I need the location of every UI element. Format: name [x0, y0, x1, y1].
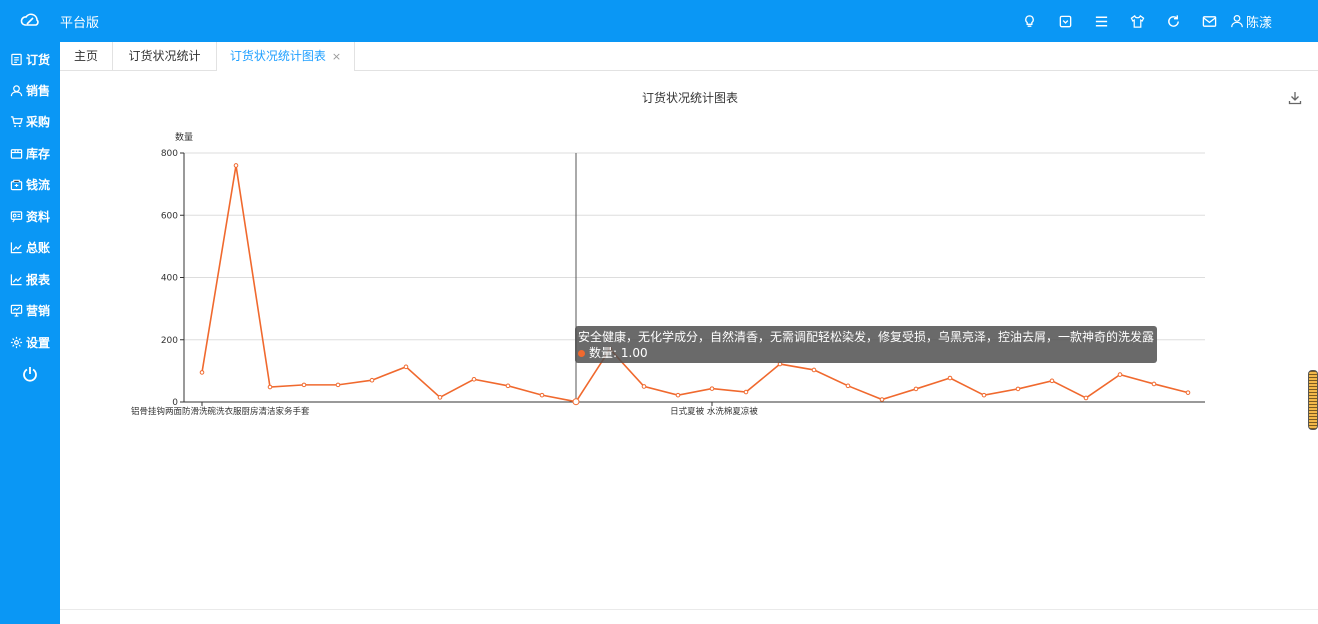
tab-order-statistics[interactable]: 订货状况统计 — [113, 42, 217, 70]
tab-bar: 主页 订货状况统计 订货状况统计图表 × — [60, 42, 1318, 71]
mail-icon[interactable] — [1200, 11, 1220, 31]
sidebar-item-label: 营销 — [25, 303, 50, 318]
data-point — [403, 364, 409, 370]
data-point — [1083, 395, 1089, 401]
power-icon[interactable] — [22, 366, 38, 382]
tab-home[interactable]: 主页 — [60, 42, 113, 70]
sidebar-item-label: 报表 — [25, 272, 50, 287]
settings-icon — [10, 336, 23, 348]
user-name: 陈漾 — [1245, 15, 1272, 31]
sidebar-item-ledger[interactable]: 总账 — [0, 233, 60, 261]
y-tick-label: 600 — [161, 211, 178, 221]
y-tick-label: 800 — [161, 149, 178, 159]
sidebar: 订货 销售 采购 库存 钱流 资料 总账 报表 营销 设置 — [0, 42, 60, 624]
data-point — [675, 392, 681, 398]
sidebar-item-marketing[interactable]: 营销 — [0, 296, 60, 324]
x-tick-label: 日式夏被 水洗棉夏凉被 — [670, 406, 758, 417]
tab-label: 主页 — [73, 49, 98, 63]
report-icon — [10, 273, 22, 285]
data-point — [641, 384, 647, 389]
y-tick-label: 200 — [161, 336, 178, 346]
refresh-icon[interactable] — [1164, 11, 1184, 31]
profile-icon — [10, 210, 23, 222]
tooltip-row: 数量: 1.00 — [578, 345, 1154, 361]
data-point — [811, 367, 817, 373]
data-point — [1015, 386, 1021, 392]
data-point — [199, 370, 205, 375]
data-point — [233, 163, 239, 168]
sales-icon — [10, 84, 23, 96]
top-bar: 平台版 陈漾 — [0, 0, 1318, 42]
data-point — [267, 384, 273, 390]
sidebar-item-order[interactable]: 订货 — [0, 45, 60, 73]
sidebar-item-cashflow[interactable]: 钱流 — [0, 170, 60, 198]
data-point — [505, 383, 511, 389]
data-point — [335, 382, 341, 388]
tooltip-series-label: 数量 — [589, 346, 614, 360]
wallet-icon — [10, 179, 23, 190]
data-point — [845, 383, 851, 389]
footer-divider — [60, 609, 1318, 610]
data-point — [572, 398, 580, 406]
series-dot-icon — [578, 350, 585, 357]
y-tick-label: 400 — [161, 274, 178, 284]
data-point — [947, 375, 953, 381]
tooltip-value: 1.00 — [620, 346, 648, 360]
data-point — [981, 392, 987, 398]
chart-panel: 订货状况统计图表 0 200 400 600 800 数量 铝骨挂钩两面防滑洗碗洗衣服厨房清… — [60, 71, 1318, 609]
data-point — [1049, 378, 1055, 384]
data-point — [437, 395, 443, 400]
tab-close-icon[interactable]: × — [332, 50, 341, 63]
data-point — [1117, 372, 1123, 377]
scrollbar-handle[interactable] — [1308, 370, 1318, 430]
data-point — [1185, 390, 1191, 395]
app-title: 平台版 — [60, 16, 100, 31]
sidebar-item-label: 采购 — [25, 114, 50, 129]
data-point — [539, 392, 545, 398]
marketing-icon — [10, 304, 23, 317]
menu-icon[interactable] — [1092, 11, 1112, 31]
data-point — [709, 386, 715, 391]
sidebar-item-purchase[interactable]: 采购 — [0, 107, 60, 135]
order-icon — [11, 53, 22, 65]
box-icon[interactable] — [1056, 11, 1076, 31]
data-point — [301, 382, 307, 388]
sidebar-item-sales[interactable]: 销售 — [0, 76, 60, 104]
lightbulb-icon[interactable] — [1020, 11, 1040, 31]
sidebar-item-profile[interactable]: 资料 — [0, 202, 60, 230]
data-point — [471, 376, 477, 382]
y-axis-label: 数量 — [175, 131, 193, 143]
inventory-icon — [10, 148, 23, 159]
sidebar-item-inventory[interactable]: 库存 — [0, 139, 60, 167]
top-toolbar: 陈漾 — [1012, 0, 1318, 42]
sidebar-item-label: 订货 — [25, 52, 50, 67]
data-point — [743, 389, 749, 395]
tab-order-statistics-chart[interactable]: 订货状况统计图表 × — [217, 42, 355, 71]
data-point — [369, 377, 375, 383]
data-point — [879, 397, 885, 402]
chart-tooltip: 安全健康，无化学成分，自然清香，无需调配轻松染发，修复受损，乌黑亮泽，控油去屑，… — [575, 326, 1158, 363]
shirt-icon[interactable] — [1128, 11, 1148, 31]
sidebar-item-label: 资料 — [25, 209, 50, 224]
sidebar-item-label: 总账 — [25, 240, 50, 255]
data-point — [913, 386, 919, 392]
cloud-logo-icon — [20, 13, 39, 26]
user-icon — [1231, 14, 1243, 28]
sidebar-item-label: 钱流 — [25, 177, 50, 192]
tab-label: 订货状况统计 — [128, 49, 201, 63]
tooltip-title: 安全健康，无化学成分，自然清香，无需调配轻松染发，修复受损，乌黑亮泽，控油去屑，… — [578, 330, 1155, 344]
series-line — [201, 165, 1189, 403]
x-tick-label: 铝骨挂钩两面防滑洗碗洗衣服厨房清洁家务手套 — [131, 406, 310, 417]
cart-icon — [10, 115, 23, 127]
tab-label: 订货状况统计图表 — [229, 49, 326, 63]
data-point — [1151, 381, 1157, 387]
ledger-icon — [10, 241, 22, 253]
sidebar-item-label: 销售 — [25, 83, 50, 98]
sidebar-item-label: 库存 — [25, 146, 50, 161]
user-menu[interactable]: 陈漾 — [1230, 12, 1272, 31]
sidebar-item-settings[interactable]: 设置 — [0, 328, 60, 356]
sidebar-item-report[interactable]: 报表 — [0, 265, 60, 293]
sidebar-item-label: 设置 — [25, 335, 50, 350]
